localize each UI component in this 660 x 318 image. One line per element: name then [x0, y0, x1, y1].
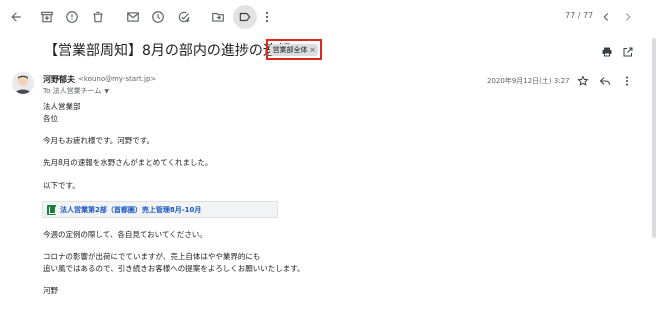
star-icon[interactable] — [577, 72, 591, 86]
recipients-line[interactable]: To 法人営業チーム ▼ — [43, 86, 109, 96]
pager-count: 77 / 77 — [565, 11, 594, 20]
body-line: 各位 — [43, 114, 58, 123]
more-vert-icon[interactable] — [257, 7, 277, 27]
reply-icon[interactable] — [599, 72, 613, 86]
more-options-icon[interactable] — [621, 72, 635, 86]
body-line: 追い風ではあるので、引き続きお客様への提案をよろしくお願いいたします。 — [43, 264, 305, 273]
body-line: 今週の定例の際して、各自見ておいてください。 — [43, 230, 207, 239]
body-line: 今月もお疲れ様です。河野です。 — [43, 136, 154, 145]
body-line: 河野 — [43, 286, 58, 295]
snooze-icon[interactable] — [148, 7, 168, 27]
mark-unread-icon[interactable] — [123, 7, 143, 27]
recipients-caret-icon[interactable]: ▼ — [104, 88, 109, 95]
attachment-label: 法人営業第2部（首都圏）売上管理8月-10月 — [60, 205, 202, 214]
archive-icon[interactable] — [37, 7, 57, 27]
open-new-window-icon[interactable] — [622, 43, 636, 57]
add-to-tasks-icon[interactable] — [174, 7, 194, 27]
label-chip[interactable]: 営業部全体 × — [269, 43, 319, 56]
body-line: 法人営業部 — [43, 102, 81, 111]
sender-email: <kouno@my-start.jp> — [78, 75, 157, 83]
label-chip-highlight: 営業部全体 × — [266, 39, 322, 60]
recipients-text: To 法人営業チーム — [43, 87, 102, 95]
toolbar: 77 / 77 — [0, 0, 660, 34]
subject-row: 【営業部周知】8月の部内の進捗の速報 営業部全体 × — [0, 38, 660, 64]
older-chevron-icon[interactable] — [618, 7, 638, 27]
delete-icon[interactable] — [88, 7, 108, 27]
drive-attachment-chip[interactable]: 法人営業第2部（首都圏）売上管理8月-10月 — [42, 201, 278, 218]
email-subject: 【営業部周知】8月の部内の進捗の速報 — [44, 43, 291, 59]
scrollbar-thumb[interactable] — [652, 38, 656, 238]
google-sheets-icon — [47, 204, 56, 215]
body-line: 以下です。 — [43, 181, 80, 190]
sender-avatar[interactable] — [12, 72, 34, 94]
sender-name[interactable]: 河野郁夫 — [43, 74, 75, 85]
label-icon — [239, 12, 251, 22]
body-line: コロナの影響が出荷にでていますが、売上自体はやや業界的にも — [43, 252, 261, 261]
move-to-icon[interactable] — [208, 7, 228, 27]
newer-chevron-icon[interactable] — [596, 7, 616, 27]
print-icon[interactable] — [601, 43, 615, 57]
label-button[interactable] — [233, 5, 257, 29]
report-spam-icon[interactable] — [62, 7, 82, 27]
message-date: 2020年9月12日(土) 3:27 — [487, 77, 570, 85]
remove-label-icon[interactable]: × — [310, 46, 316, 54]
label-chip-text: 営業部全体 — [272, 45, 308, 54]
back-arrow-icon[interactable] — [6, 7, 26, 27]
body-line: 先月8月の速報を水野さんがまとめてくれました。 — [43, 158, 213, 167]
